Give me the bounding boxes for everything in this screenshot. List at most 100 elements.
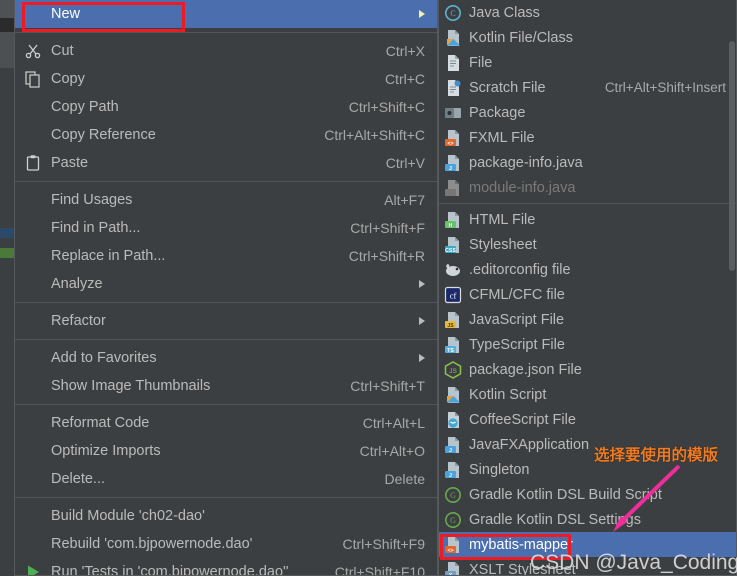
svg-text:CSS: CSS — [445, 247, 456, 253]
context-menu-item-cut[interactable]: Cut Ctrl+X — [15, 37, 437, 65]
menu-separator — [15, 404, 437, 405]
menu-item-label: Reformat Code — [51, 415, 150, 431]
context-menu-item-run-tests-in-com-bjpowernode-dao[interactable]: Run 'Tests in 'com.bjpowernode.dao'' Ctrl… — [15, 558, 437, 575]
submenu-item-label: package-info.java — [469, 154, 583, 171]
module-info-icon — [444, 179, 462, 197]
xslt-icon: X — [444, 561, 462, 576]
new-submenu[interactable]: C Java Class Kotlin File/Class File Scratch … — [438, 0, 737, 576]
menu-item-label: Copy — [51, 71, 85, 87]
submenu-item-label: Singleton — [469, 461, 530, 478]
menu-item-label: Refactor — [51, 313, 106, 329]
menu-item-label: Replace in Path... — [51, 248, 166, 264]
submenu-item-kotlin-script[interactable]: Kotlin Script — [439, 382, 736, 407]
context-menu-item-show-image-thumbnails[interactable]: Show Image Thumbnails Ctrl+Shift+T — [15, 372, 437, 400]
submenu-item-label: package.json File — [469, 361, 582, 378]
context-menu-item-paste[interactable]: Paste Ctrl+V — [15, 149, 437, 177]
submenu-item-coffeescript-file[interactable]: CoffeeScript File — [439, 407, 736, 432]
context-menu-item-build-module-ch02-dao[interactable]: Build Module 'ch02-dao' — [15, 502, 437, 530]
menu-item-label: Copy Reference — [51, 127, 156, 143]
context-menu-item-analyze[interactable]: Analyze — [15, 270, 437, 298]
context-menu-item-rebuild-com-bjpowernode-dao[interactable]: Rebuild 'com.bjpowernode.dao' Ctrl+Shift+… — [15, 530, 437, 558]
context-menu-item-find-in-path[interactable]: Find in Path... Ctrl+Shift+F — [15, 214, 437, 242]
menu-item-shortcut: Ctrl+Shift+F — [350, 220, 425, 236]
svg-text:X: X — [449, 572, 453, 576]
context-menu-item-delete[interactable]: Delete... Delete — [15, 465, 437, 493]
submenu-item-html-file[interactable]: H HTML File — [439, 207, 736, 232]
svg-text:C: C — [450, 9, 455, 18]
submenu-item-package-json-file[interactable]: JS package.json File — [439, 357, 736, 382]
menu-item-label: Find Usages — [51, 192, 133, 208]
scratch-file-icon — [444, 79, 462, 97]
menu-item-shortcut: Delete — [384, 471, 425, 487]
svg-text:G: G — [450, 516, 456, 525]
submenu-item-label: HTML File — [469, 211, 536, 228]
context-menu-item-copy-path[interactable]: Copy Path Ctrl+Shift+C — [15, 93, 437, 121]
context-menu-item-new[interactable]: New — [15, 0, 437, 28]
svg-text:H: H — [449, 222, 453, 228]
html-file-icon: H — [444, 211, 462, 229]
submenu-item-scratch-file[interactable]: Scratch File Ctrl+Alt+Shift+Insert — [439, 75, 736, 100]
menu-item-label: Copy Path — [51, 99, 119, 115]
submenu-item-stylesheet[interactable]: CSS Stylesheet — [439, 232, 736, 257]
context-menu-item-refactor[interactable]: Refactor — [15, 307, 437, 335]
npm-icon: JS — [444, 360, 462, 379]
javafx-app-icon: J — [444, 436, 462, 454]
submenu-item-label: Gradle Kotlin DSL Settings — [469, 511, 641, 528]
submenu-item-file[interactable]: File — [439, 50, 736, 75]
submenu-item-fxml-file[interactable]: <> FXML File — [439, 125, 736, 150]
context-menu-item-replace-in-path[interactable]: Replace in Path... Ctrl+Shift+R — [15, 242, 437, 270]
menu-item-label: Build Module 'ch02-dao' — [51, 508, 205, 524]
context-menu-item-add-to-favorites[interactable]: Add to Favorites — [15, 344, 437, 372]
kotlin-script-icon — [444, 386, 462, 404]
svg-text:JS: JS — [447, 322, 454, 328]
submenu-item-javascript-file[interactable]: JS JavaScript File — [439, 307, 736, 332]
csdn-watermark: CSDN @Java_Coding1 — [530, 551, 737, 574]
submenu-item-java-class[interactable]: C Java Class — [439, 0, 736, 25]
submenu-item-gradle-kotlin-dsl-build-script[interactable]: G Gradle Kotlin DSL Build Script — [439, 482, 736, 507]
submenu-item-label: Scratch File — [469, 79, 546, 96]
submenu-item-label: CoffeeScript File — [469, 411, 576, 428]
singleton-icon: J — [444, 461, 462, 479]
submenu-item-package-info-java[interactable]: Jpackage-info.java — [439, 150, 736, 175]
chevron-right-icon — [419, 280, 425, 288]
submenu-item-kotlin-file-class[interactable]: Kotlin File/Class — [439, 25, 736, 50]
context-menu-item-copy[interactable]: Copy Ctrl+C — [15, 65, 437, 93]
menu-item-label: Optimize Imports — [51, 443, 161, 459]
submenu-item-cfml-cfc-file[interactable]: cf CFML/CFC file — [439, 282, 736, 307]
menu-separator — [15, 302, 437, 303]
submenu-item-gradle-kotlin-dsl-settings[interactable]: G Gradle Kotlin DSL Settings — [439, 507, 736, 532]
package-info-icon: J — [444, 154, 462, 172]
svg-text:cf: cf — [450, 290, 457, 300]
context-menu-item-find-usages[interactable]: Find Usages Alt+F7 — [15, 186, 437, 214]
context-menu-item-optimize-imports[interactable]: Optimize Imports Ctrl+Alt+O — [15, 437, 437, 465]
submenu-item-label: Stylesheet — [469, 236, 537, 253]
context-menu-item-reformat-code[interactable]: Reformat Code Ctrl+Alt+L — [15, 409, 437, 437]
submenu-item-label: TypeScript File — [469, 336, 565, 353]
menu-item-shortcut: Ctrl+Shift+C — [348, 99, 425, 115]
svg-text:<>: <> — [447, 140, 453, 146]
menu-item-label: Delete... — [51, 471, 105, 487]
run-icon — [24, 563, 42, 575]
submenu-item-label: Kotlin Script — [469, 386, 547, 403]
svg-text:J: J — [449, 472, 452, 478]
menu-item-shortcut: Ctrl+Shift+F9 — [342, 536, 425, 552]
context-menu-item-copy-reference[interactable]: Copy Reference Ctrl+Alt+Shift+C — [15, 121, 437, 149]
submenu-separator — [439, 203, 736, 204]
context-menu[interactable]: New Cut Ctrl+X Copy Ctrl+C Copy Path Ctrl+Shif… — [14, 0, 438, 576]
submenu-item-editorconfig-file[interactable]: .editorconfig file — [439, 257, 736, 282]
gradle-icon: G — [444, 511, 462, 529]
submenu-item-label: FXML File — [469, 129, 535, 146]
chevron-right-icon — [419, 354, 425, 362]
chevron-right-icon — [419, 317, 425, 325]
menu-item-label: Add to Favorites — [51, 350, 157, 366]
menu-item-shortcut: Alt+F7 — [384, 192, 425, 208]
submenu-item-package[interactable]: Package — [439, 100, 736, 125]
submenu-item-module-info-java[interactable]: module-info.java — [439, 175, 736, 200]
editorconfig-icon — [444, 261, 462, 279]
svg-text:J: J — [449, 165, 452, 171]
menu-item-label: Find in Path... — [51, 220, 141, 236]
submenu-item-label: JavaFXApplication — [469, 436, 590, 453]
submenu-item-typescript-file[interactable]: TS TypeScript File — [439, 332, 736, 357]
menu-item-label: Paste — [51, 155, 89, 171]
svg-text:G: G — [450, 491, 456, 500]
